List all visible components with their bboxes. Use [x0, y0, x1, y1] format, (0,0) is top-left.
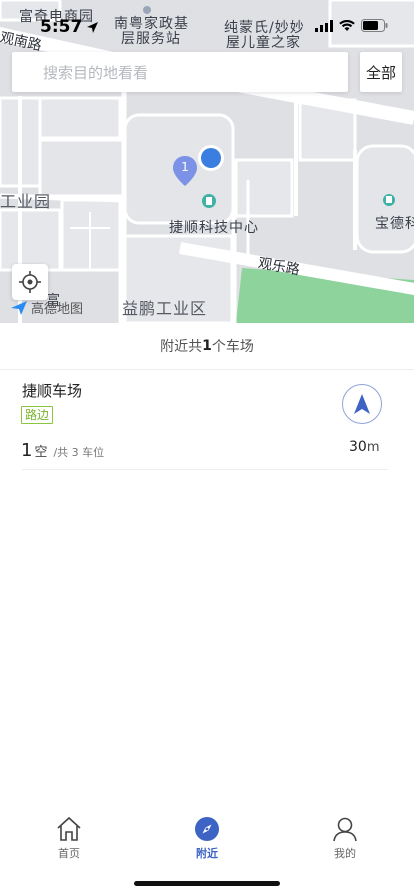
navigation-arrow-icon: [354, 394, 370, 414]
home-icon: [57, 816, 81, 841]
search-input[interactable]: 搜索目的地看看: [12, 52, 348, 92]
locate-button[interactable]: [12, 264, 48, 300]
poi-label: 屋儿童之家: [226, 35, 301, 51]
free-count: 1: [21, 440, 33, 461]
poi-label: 工业园: [0, 192, 52, 211]
clock-text: 5:57: [40, 17, 83, 37]
tab-label: 附近: [196, 847, 218, 860]
summary-count: 1: [202, 338, 212, 354]
status-bar-icons: [315, 19, 388, 32]
summary-suffix: 个车场: [211, 339, 254, 355]
tab-home[interactable]: 首页: [0, 806, 138, 868]
poi-label: 益鹏工业区: [122, 299, 208, 318]
lot-distance: 30m: [349, 439, 380, 455]
nearby-summary: 附近共 1 个车场: [0, 323, 414, 370]
tab-label: 首页: [58, 847, 80, 860]
navigate-button[interactable]: [342, 384, 382, 424]
free-unit: 空: [34, 445, 48, 460]
distance-unit: m: [366, 440, 380, 455]
user-icon: [333, 817, 357, 842]
distance-value: 30: [349, 439, 367, 455]
amap-logo-icon: [11, 300, 27, 315]
compass-icon: [195, 817, 219, 841]
poi-dot-icon: [143, 6, 151, 14]
map-provider-logo: 高德地图: [10, 298, 83, 317]
map-view[interactable]: 富奇电商园 南粤家政基 层服务站 纯蒙氏/妙妙 屋儿童之家 工业园 捷顺科技中心…: [0, 0, 414, 323]
poi-label: 捷顺科技中心: [169, 220, 259, 236]
building-poi-icon: [383, 194, 395, 206]
poi-label: 宝德科: [375, 216, 414, 232]
poi-label: 层服务站: [121, 31, 181, 47]
tab-nearby[interactable]: 附近: [138, 806, 276, 868]
lot-availability: 1 空 /共 3 车位: [21, 440, 104, 461]
lot-name: 捷顺车场: [22, 382, 83, 400]
lot-type-tag: 路边: [21, 406, 54, 424]
bottom-tab-bar: 首页 附近 我的: [0, 806, 414, 868]
current-location-icon: [198, 145, 224, 171]
tab-label: 我的: [334, 847, 356, 860]
search-placeholder: 搜索目的地看看: [43, 63, 149, 82]
home-indicator: [134, 881, 280, 886]
summary-prefix: 附近共: [160, 339, 203, 355]
building-poi-icon: [202, 194, 216, 208]
total-spaces: /共 3 车位: [53, 446, 105, 459]
wifi-icon: [339, 19, 355, 31]
map-provider-name: 高德地图: [31, 302, 84, 317]
divider: [22, 469, 388, 470]
tab-profile[interactable]: 我的: [276, 806, 414, 868]
parking-marker-count: 1: [181, 160, 189, 174]
battery-icon: [361, 19, 388, 32]
all-filter-button[interactable]: 全部: [360, 52, 402, 92]
location-arrow-icon: [87, 21, 99, 33]
cellular-signal-icon: [315, 19, 333, 32]
status-bar-time: 5:57: [40, 17, 99, 37]
crosshair-icon: [19, 271, 41, 293]
